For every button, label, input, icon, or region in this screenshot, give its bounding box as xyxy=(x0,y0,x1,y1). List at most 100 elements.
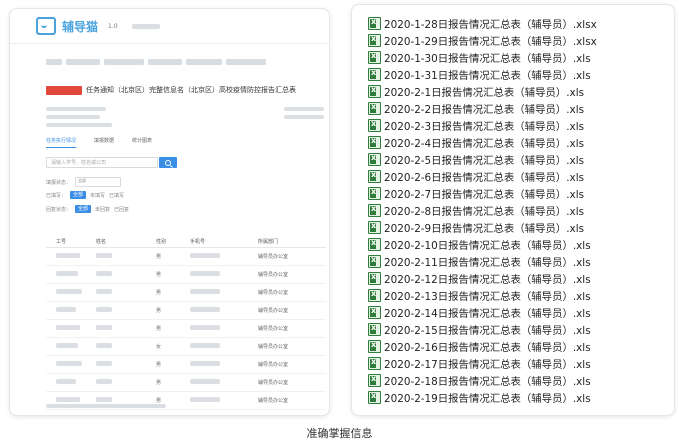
excel-file-icon xyxy=(368,272,381,285)
submit-option-no[interactable]: 未填写 xyxy=(90,192,105,199)
file-item[interactable]: 2020-1-29日报告情况汇总表（辅导员）.xlsx xyxy=(368,32,597,49)
tab-charts[interactable]: 统计图表 xyxy=(132,137,152,148)
cell-dept: 辅导员办公室 xyxy=(258,415,326,416)
table-row[interactable]: 男 辅导员办公室 xyxy=(46,302,326,320)
excel-file-icon xyxy=(368,323,381,336)
file-name: 2020-2-14日报告情况汇总表（辅导员）.xls xyxy=(384,308,591,320)
file-item[interactable]: 2020-2-6日报告情况汇总表（辅导员）.xls xyxy=(368,168,597,185)
search-input[interactable]: 请输入学号、姓名或公司 xyxy=(46,157,158,168)
app-logo-text: 辅导猫 xyxy=(62,19,99,34)
task-title: 任务通知（北京区）完整信息名（北京区）高校疫情防控报告汇总表 xyxy=(86,86,296,94)
cell-id xyxy=(46,379,96,386)
file-item[interactable]: 2020-2-10日报告情况汇总表（辅导员）.xls xyxy=(368,236,597,253)
cell-id xyxy=(46,343,96,350)
file-item[interactable]: 2020-1-30日报告情况汇总表（辅导员）.xls xyxy=(368,49,597,66)
excel-file-icon xyxy=(368,187,381,200)
excel-file-icon xyxy=(368,221,381,234)
file-item[interactable]: 2020-2-3日报告情况汇总表（辅导员）.xls xyxy=(368,117,597,134)
file-item[interactable]: 2020-2-7日报告情况汇总表（辅导员）.xls xyxy=(368,185,597,202)
table-body: 男辅导员办公室男辅导员办公室男辅导员办公室男辅导员办公室男辅导员办公室女辅导员办… xyxy=(46,248,326,416)
submit-filter: 已填写： 全部 未填写 已填写 xyxy=(46,191,124,199)
staff-table: 工号 姓名 性别 手机号 所属部门 男辅导员办公室男辅导员办公室男辅导员办公室男… xyxy=(46,235,326,416)
file-item[interactable]: 2020-2-19日报告情况汇总表（辅导员）.xls xyxy=(368,389,597,406)
file-item[interactable]: 2020-2-13日报告情况汇总表（辅导员）.xls xyxy=(368,287,597,304)
file-item[interactable]: 2020-2-8日报告情况汇总表（辅导员）.xls xyxy=(368,202,597,219)
cell-gender: 男 xyxy=(156,398,162,404)
file-name: 2020-2-2日报告情况汇总表（辅导员）.xls xyxy=(384,104,584,116)
breadcrumb-item[interactable] xyxy=(46,59,62,65)
cell-dept: 辅导员办公室 xyxy=(258,308,289,314)
file-name: 2020-2-13日报告情况汇总表（辅导员）.xls xyxy=(384,291,591,303)
table-row[interactable]: 男 辅导员办公室 xyxy=(46,356,326,374)
file-name: 2020-2-17日报告情况汇总表（辅导员）.xls xyxy=(384,359,591,371)
cell-phone xyxy=(190,397,258,404)
status-badge xyxy=(46,85,82,95)
file-name: 2020-2-18日报告情况汇总表（辅导员）.xls xyxy=(384,376,591,388)
cell-id xyxy=(46,415,96,416)
breadcrumb-item[interactable] xyxy=(104,59,144,65)
file-name: 2020-2-19日报告情况汇总表（辅导员）.xls xyxy=(384,393,591,405)
file-item[interactable]: 2020-2-17日报告情况汇总表（辅导员）.xls xyxy=(368,355,597,372)
file-item[interactable]: 2020-2-9日报告情况汇总表（辅导员）.xls xyxy=(368,219,597,236)
table-row[interactable]: 男 辅导员办公室 xyxy=(46,320,326,338)
file-name: 2020-2-4日报告情况汇总表（辅导员）.xls xyxy=(384,138,584,150)
cell-gender: 男 xyxy=(156,290,162,296)
status-select-value: 全部 xyxy=(78,178,87,183)
file-name: 2020-1-28日报告情况汇总表（辅导员）.xlsx xyxy=(384,19,597,31)
header-link[interactable] xyxy=(131,23,160,29)
cell-dept: 辅导员办公室 xyxy=(258,326,289,332)
table-row[interactable]: 男 辅导员办公室 xyxy=(46,248,326,266)
excel-file-icon xyxy=(368,391,381,404)
footer-text xyxy=(46,404,166,408)
excel-file-icon xyxy=(368,170,381,183)
tab-execution[interactable]: 任务执行情况 xyxy=(46,137,77,148)
excel-file-icon xyxy=(368,153,381,166)
file-name: 2020-2-6日报告情况汇总表（辅导员）.xls xyxy=(384,172,584,184)
cell-gender: 男 xyxy=(156,308,162,314)
excel-file-icon xyxy=(368,34,381,47)
table-row[interactable]: 男 辅导员办公室 xyxy=(46,284,326,302)
file-item[interactable]: 2020-2-11日报告情况汇总表（辅导员）.xls xyxy=(368,253,597,270)
breadcrumb-item[interactable] xyxy=(66,59,100,65)
file-item[interactable]: 2020-2-15日报告情况汇总表（辅导员）.xls xyxy=(368,321,597,338)
table-row[interactable]: 男 辅导员办公室 xyxy=(46,410,326,416)
logo-icon xyxy=(36,17,56,35)
cell-name xyxy=(96,361,156,368)
search-button[interactable] xyxy=(159,157,177,168)
excel-file-icon xyxy=(368,85,381,98)
file-item[interactable]: 2020-2-18日报告情况汇总表（辅导员）.xls xyxy=(368,372,597,389)
cell-gender: 男 xyxy=(156,326,162,332)
status-select[interactable]: 全部 xyxy=(75,177,122,187)
cell-gender: 男 xyxy=(156,254,162,260)
breadcrumb-item[interactable] xyxy=(186,59,222,65)
file-list-panel: 2020-1-28日报告情况汇总表（辅导员）.xlsx 2020-1-29日报告情… xyxy=(351,4,675,416)
file-item[interactable]: 2020-2-2日报告情况汇总表（辅导员）.xls xyxy=(368,100,597,117)
file-item[interactable]: 2020-2-5日报告情况汇总表（辅导员）.xls xyxy=(368,151,597,168)
info-line xyxy=(46,107,106,111)
file-item[interactable]: 2020-2-14日报告情况汇总表（辅导员）.xls xyxy=(368,304,597,321)
file-item[interactable]: 2020-2-1日报告情况汇总表（辅导员）.xls xyxy=(368,83,597,100)
submit-option-yes[interactable]: 已填写 xyxy=(109,192,124,199)
table-row[interactable]: 女 辅导员办公室 xyxy=(46,338,326,356)
file-name: 2020-2-1日报告情况汇总表（辅导员）.xls xyxy=(384,87,584,99)
cell-name xyxy=(96,325,156,332)
tab-data[interactable]: 填报数据 xyxy=(94,137,114,148)
file-item[interactable]: 2020-1-31日报告情况汇总表（辅导员）.xls xyxy=(368,66,597,83)
file-item[interactable]: 2020-2-12日报告情况汇总表（辅导员）.xls xyxy=(368,270,597,287)
table-row[interactable]: 男 辅导员办公室 xyxy=(46,374,326,392)
table-row[interactable]: 男 辅导员办公室 xyxy=(46,266,326,284)
file-item[interactable]: 2020-2-4日报告情况汇总表（辅导员）.xls xyxy=(368,134,597,151)
cell-name xyxy=(96,343,156,350)
file-name: 2020-2-15日报告情况汇总表（辅导员）.xls xyxy=(384,325,591,337)
file-item[interactable]: 2020-1-28日报告情况汇总表（辅导员）.xlsx xyxy=(368,15,597,32)
reply-option-no[interactable]: 未回复 xyxy=(95,206,110,213)
submit-option-all[interactable]: 全部 xyxy=(70,191,87,199)
task-title-bar: 任务通知（北京区）完整信息名（北京区）高校疫情防控报告汇总表 xyxy=(46,83,326,97)
breadcrumb-item[interactable] xyxy=(148,59,182,65)
reply-option-yes[interactable]: 已回复 xyxy=(114,206,129,213)
file-item[interactable]: 2020-2-16日报告情况汇总表（辅导员）.xls xyxy=(368,338,597,355)
excel-file-icon xyxy=(368,204,381,217)
breadcrumb-item[interactable] xyxy=(226,59,266,65)
submit-filter-label: 已填写： xyxy=(46,192,67,199)
reply-option-all[interactable]: 全部 xyxy=(75,205,92,213)
